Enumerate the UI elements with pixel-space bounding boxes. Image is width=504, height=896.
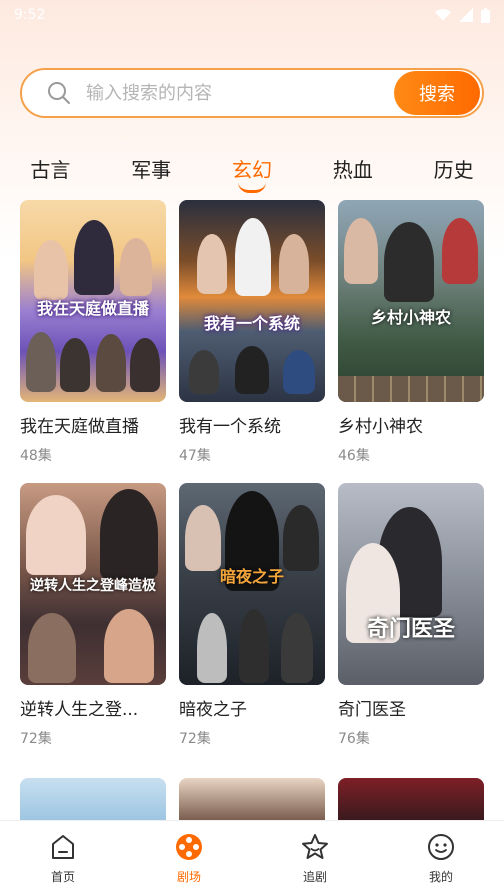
- show-card[interactable]: 逆转人生之登峰造极 逆转人生之登... 72集: [20, 483, 166, 748]
- star-icon: [302, 834, 328, 859]
- tab-guyan[interactable]: 古言: [22, 150, 78, 187]
- poster-title: 我有一个系统: [203, 314, 300, 333]
- episode-count: 47集: [179, 448, 211, 464]
- show-poster[interactable]: 暗夜之子: [179, 483, 325, 685]
- status-bar: 9:52: [0, 0, 504, 30]
- tab-rexue[interactable]: 热血: [325, 150, 381, 187]
- show-card-partial[interactable]: [20, 778, 166, 820]
- poster-title: 乡村小神农: [370, 308, 451, 327]
- poster-title: 暗夜之子: [219, 567, 284, 586]
- nav-mine[interactable]: 我的: [401, 832, 481, 885]
- battery-icon: [481, 7, 490, 23]
- smiley-icon: [428, 834, 454, 860]
- show-poster[interactable]: 逆转人生之登峰造极: [20, 483, 166, 685]
- status-icons: [435, 7, 490, 23]
- show-poster[interactable]: [179, 778, 325, 820]
- show-card[interactable]: 乡村小神农 乡村小神农 46集: [338, 200, 484, 465]
- show-card-partial[interactable]: [338, 778, 484, 820]
- tab-xuanhuan[interactable]: 玄幻: [224, 150, 280, 187]
- show-card[interactable]: 我在天庭做直播 我在天庭做直播 48集: [20, 200, 166, 465]
- show-poster[interactable]: [20, 778, 166, 820]
- tab-junshi[interactable]: 军事: [123, 150, 179, 187]
- film-reel-icon: [176, 834, 202, 860]
- search-bar[interactable]: 搜索: [20, 68, 484, 118]
- poster-title: 逆转人生之登峰造极: [30, 578, 156, 594]
- episode-count: 72集: [20, 731, 52, 747]
- nav-label: 剧场: [176, 870, 201, 884]
- show-poster[interactable]: 我有一个系统: [179, 200, 325, 402]
- show-card[interactable]: 我有一个系统 我有一个系统 47集: [179, 200, 325, 465]
- nav-label: 我的: [428, 870, 453, 884]
- episode-count: 76集: [338, 731, 370, 747]
- signal-icon: [459, 8, 473, 22]
- wifi-icon: [435, 9, 451, 21]
- show-poster[interactable]: 乡村小神农: [338, 200, 484, 402]
- nav-home[interactable]: 首页: [23, 832, 103, 885]
- search-input[interactable]: [86, 82, 394, 104]
- nav-following[interactable]: 追剧: [275, 832, 355, 885]
- show-title: 奇门医圣: [338, 700, 406, 720]
- nav-label: 首页: [50, 870, 75, 884]
- show-title: 乡村小神农: [338, 417, 423, 437]
- episode-count: 72集: [179, 731, 211, 747]
- search-button[interactable]: 搜索: [394, 71, 480, 115]
- nav-label: 追剧: [302, 870, 327, 884]
- bottom-nav: 首页 剧场 追剧 我的: [0, 820, 504, 896]
- episode-count: 48集: [20, 448, 52, 464]
- show-title: 暗夜之子: [179, 700, 247, 720]
- poster-title: 奇门医圣: [366, 617, 455, 642]
- home-icon: [52, 835, 74, 859]
- show-card[interactable]: 奇门医圣 奇门医圣 76集: [338, 483, 484, 748]
- show-poster[interactable]: 奇门医圣: [338, 483, 484, 685]
- poster-title: 我在天庭做直播: [36, 299, 149, 318]
- nav-theater[interactable]: 剧场: [149, 832, 229, 885]
- show-card-partial[interactable]: [179, 778, 325, 820]
- show-poster[interactable]: 我在天庭做直播: [20, 200, 166, 402]
- show-title: 逆转人生之登...: [20, 700, 139, 720]
- status-time: 9:52: [14, 7, 46, 23]
- tab-lishi[interactable]: 历史: [426, 150, 482, 187]
- category-tabs: 古言 军事 玄幻 热血 历史: [0, 148, 504, 188]
- show-poster[interactable]: [338, 778, 484, 820]
- show-card[interactable]: 暗夜之子 暗夜之子 72集: [179, 483, 325, 748]
- episode-count: 46集: [338, 448, 370, 464]
- show-title: 我有一个系统: [179, 417, 281, 437]
- show-title: 我在天庭做直播: [20, 417, 139, 437]
- search-icon: [48, 82, 70, 104]
